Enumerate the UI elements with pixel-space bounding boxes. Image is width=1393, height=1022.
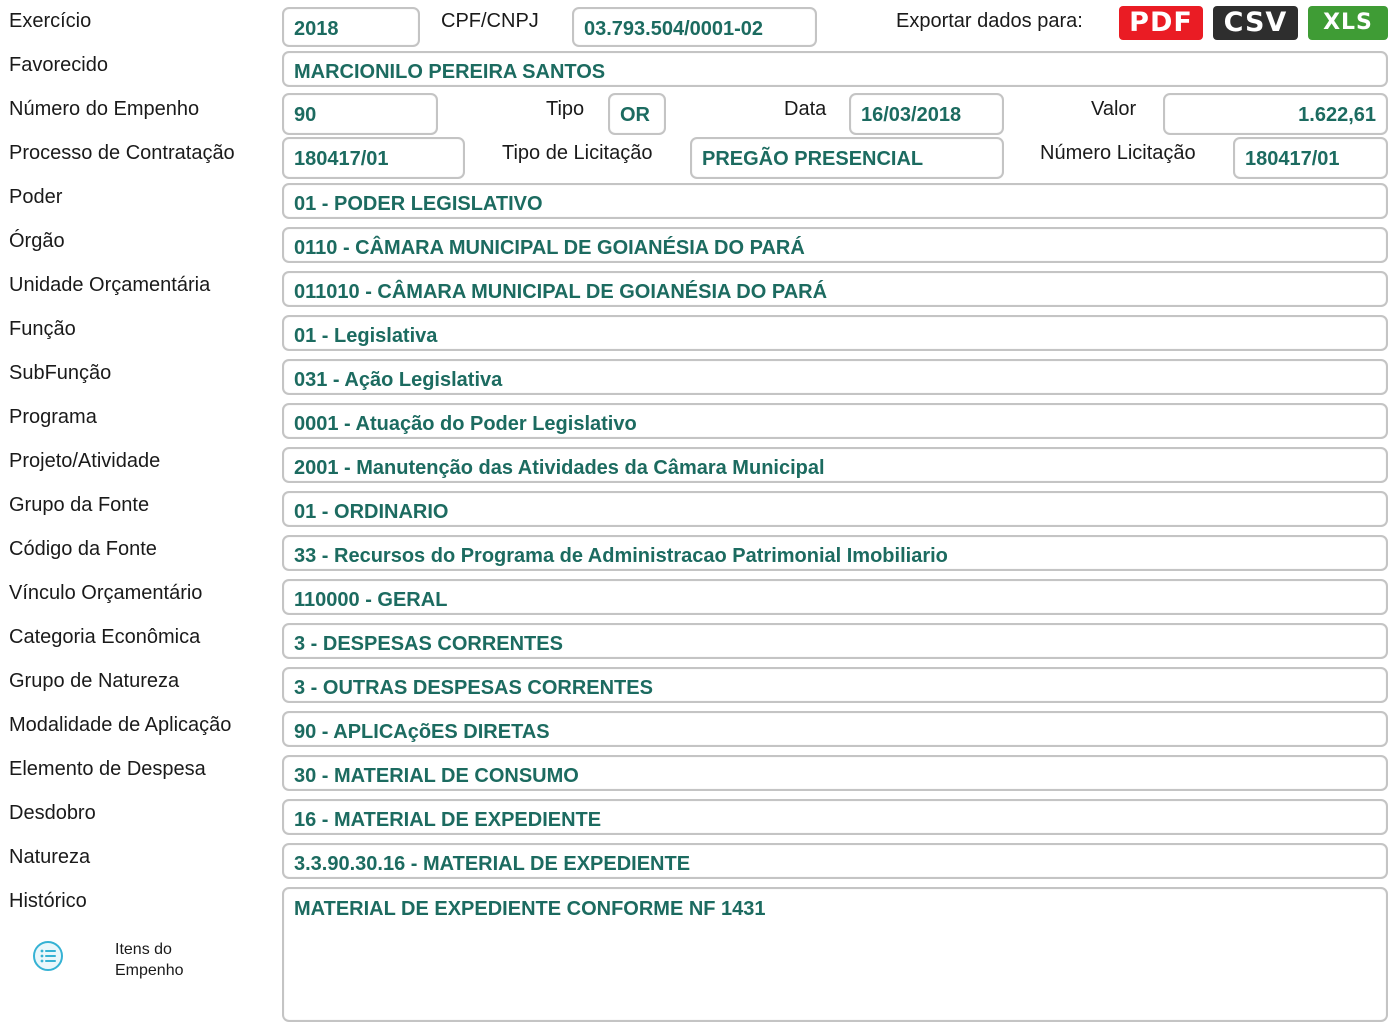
field-label: Elemento de Despesa xyxy=(9,758,206,780)
field-label: Unidade Orçamentária xyxy=(9,274,211,296)
field-value[interactable]: 33 - Recursos do Programa de Administrac… xyxy=(282,535,1388,571)
tipo-licitacao-field[interactable]: PREGÃO PRESENCIAL xyxy=(690,137,1004,179)
field-value[interactable]: 01 - PODER LEGISLATIVO xyxy=(282,183,1388,219)
data-field[interactable]: 16/03/2018 xyxy=(849,93,1004,135)
field-value[interactable]: 011010 - CÂMARA MUNICIPAL DE GOIANÉSIA D… xyxy=(282,271,1388,307)
exercicio-field[interactable]: 2018 xyxy=(282,7,420,47)
tipo-field[interactable]: OR xyxy=(608,93,666,135)
exercicio-label: Exercício xyxy=(9,10,92,32)
field-label: Órgão xyxy=(9,230,65,252)
field-value[interactable]: 031 - Ação Legislativa xyxy=(282,359,1388,395)
field-value[interactable]: 3 - DESPESAS CORRENTES xyxy=(282,623,1388,659)
list-icon[interactable] xyxy=(32,940,64,972)
favorecido-label: Favorecido xyxy=(9,54,108,76)
tipo-licitacao-label: Tipo de Licitação xyxy=(502,142,653,164)
field-value[interactable]: 2001 - Manutenção das Atividades da Câma… xyxy=(282,447,1388,483)
field-value[interactable]: 01 - Legislativa xyxy=(282,315,1388,351)
tipo-label: Tipo xyxy=(546,98,585,120)
field-label: Programa xyxy=(9,406,97,428)
export-csv-button[interactable]: CSV xyxy=(1213,6,1298,40)
numero-licitacao-field[interactable]: 180417/01 xyxy=(1233,137,1388,179)
field-label: Grupo de Natureza xyxy=(9,670,180,692)
field-value[interactable]: 3.3.90.30.16 - MATERIAL DE EXPEDIENTE xyxy=(282,843,1388,879)
cpf-field[interactable]: 03.793.504/0001-02 xyxy=(572,7,817,47)
numero-empenho-field[interactable]: 90 xyxy=(282,93,438,135)
field-value[interactable]: 110000 - GERAL xyxy=(282,579,1388,615)
processo-label: Processo de Contratação xyxy=(9,142,235,164)
valor-field[interactable]: 1.622,61 xyxy=(1163,93,1388,135)
field-label: Grupo da Fonte xyxy=(9,494,150,516)
historico-field[interactable]: MATERIAL DE EXPEDIENTE CONFORME NF 1431 xyxy=(282,887,1388,1022)
field-label: Poder xyxy=(9,186,63,208)
field-label: Projeto/Atividade xyxy=(9,450,161,472)
valor-label: Valor xyxy=(1091,98,1137,120)
field-value[interactable]: 01 - ORDINARIO xyxy=(282,491,1388,527)
field-value[interactable]: 16 - MATERIAL DE EXPEDIENTE xyxy=(282,799,1388,835)
field-value[interactable]: 0001 - Atuação do Poder Legislativo xyxy=(282,403,1388,439)
historico-label: Histórico xyxy=(9,890,87,912)
field-label: SubFunção xyxy=(9,362,112,384)
field-label: Código da Fonte xyxy=(9,538,157,560)
cpf-label: CPF/CNPJ xyxy=(441,10,539,32)
export-pdf-button[interactable]: PDF xyxy=(1119,6,1203,40)
field-value[interactable]: 30 - MATERIAL DE CONSUMO xyxy=(282,755,1388,791)
favorecido-field[interactable]: MARCIONILO PEREIRA SANTOS xyxy=(282,51,1388,87)
field-label: Modalidade de Aplicação xyxy=(9,714,232,736)
field-value[interactable]: 0110 - CÂMARA MUNICIPAL DE GOIANÉSIA DO … xyxy=(282,227,1388,263)
field-value[interactable]: 3 - OUTRAS DESPESAS CORRENTES xyxy=(282,667,1388,703)
field-value[interactable]: 90 - APLICAçõES DIRETAS xyxy=(282,711,1388,747)
itens-label-line1: Itens do xyxy=(115,941,172,958)
export-xls-button[interactable]: XLS xyxy=(1308,6,1388,40)
data-label: Data xyxy=(784,98,827,120)
field-label: Desdobro xyxy=(9,802,96,824)
numero-licitacao-label: Número Licitação xyxy=(1040,142,1196,164)
processo-field[interactable]: 180417/01 xyxy=(282,137,465,179)
field-label: Categoria Econômica xyxy=(9,626,201,648)
itens-empenho-link[interactable]: Itens do Empenho xyxy=(115,939,184,981)
field-label: Função xyxy=(9,318,76,340)
field-label: Vínculo Orçamentário xyxy=(9,582,203,604)
field-label: Natureza xyxy=(9,846,91,868)
numero-empenho-label: Número do Empenho xyxy=(9,98,200,120)
itens-label-line2: Empenho xyxy=(115,962,184,979)
export-label: Exportar dados para: xyxy=(896,10,1083,32)
